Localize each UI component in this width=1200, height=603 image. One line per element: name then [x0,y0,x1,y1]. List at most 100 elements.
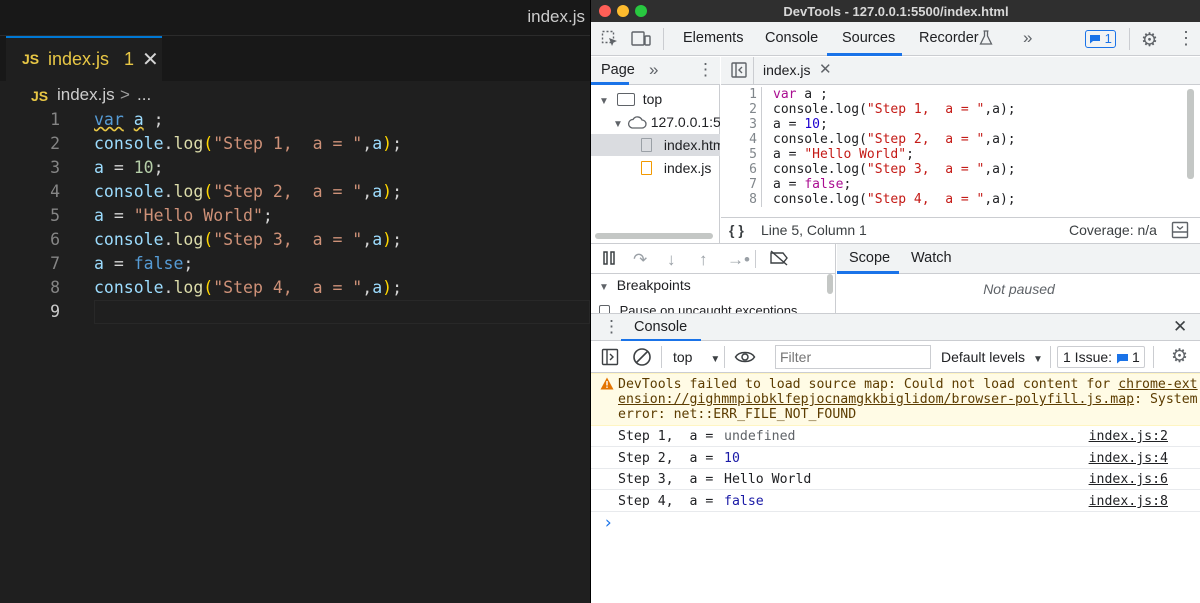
issues-badge-count: 1 [1104,31,1112,46]
devtools-window: DevTools - 127.0.0.1:5500/index.html Ele… [590,0,1200,603]
source-line: 6 console.log("Step 3, a = ",a); [721,162,1191,177]
breadcrumb-symbols[interactable]: ... [137,85,151,105]
editor-tab-bar: JS index.js 1 ✕ [0,35,590,82]
source-code[interactable]: 1 var a ; 2 console.log("Step 1, a = ",a);… [721,87,1200,217]
tree-item-index-html[interactable]: index.htm [591,134,720,156]
live-expression-eye-icon[interactable] [734,348,756,369]
tab-sources[interactable]: Sources [842,30,895,46]
gear-icon[interactable]: ⚙ [1171,345,1188,368]
more-tabs-icon[interactable]: » [1023,28,1032,48]
console-warning-message[interactable]: DevTools failed to load source map: Coul… [591,373,1200,426]
device-toolbar-icon[interactable] [631,30,651,52]
source-line: 2 console.log("Step 1, a = ",a); [721,102,1191,117]
gear-icon[interactable]: ⚙ [1141,29,1158,52]
context-selector-value: top [673,349,693,365]
source-line: 1 var a ; [721,87,1191,102]
log-value: false [724,494,764,509]
vscode-window: index.js JS index.js 1 ✕ JS index.js > .… [0,0,590,603]
close-icon[interactable]: ✕ [819,60,832,78]
code-line: 5 a = "Hello World"; [0,204,590,228]
console-prompt[interactable]: › [591,513,1200,535]
tree-item-label: 127.0.0.1:5 [650,114,720,130]
more-navigator-tabs-icon[interactable]: » [649,60,658,80]
line-number: 3 [50,158,60,177]
console-sidebar-toggle-icon[interactable] [601,348,619,369]
step-into-icon[interactable]: ↓ [667,250,676,270]
deactivate-breakpoints-icon[interactable] [769,250,789,271]
toolbar-divider [663,28,664,50]
tab-page[interactable]: Page [601,62,635,78]
step-out-icon[interactable]: ↑ [699,250,708,270]
tab-watch[interactable]: Watch [911,250,952,266]
breakpoints-label: Breakpoints [616,277,691,293]
line-number: 8 [50,278,60,297]
toolbar-divider [753,57,754,85]
code-text: console.log("Step 3, a = ",a); [94,230,402,249]
toggle-navigator-icon[interactable] [731,62,747,81]
kebab-menu-icon[interactable]: ⋮ [697,60,714,80]
clear-console-icon[interactable] [632,347,652,370]
kebab-menu-icon[interactable]: ⋮ [1177,28,1195,49]
inspect-element-icon[interactable] [601,30,619,52]
chevron-right-icon: > [120,85,130,104]
breakpoints-section-header[interactable]: ▼ Breakpoints [599,277,691,293]
file-icon [641,138,652,152]
line-number: 8 [721,192,762,207]
code-text: console.log("Step 1, a = ",a); [94,134,402,153]
scope-watch-pane: Scope Watch Not paused [837,244,1200,314]
vertical-scrollbar[interactable] [827,274,833,294]
issues-badge[interactable]: 1 [1085,30,1116,48]
breadcrumb-file[interactable]: index.js [57,85,115,105]
issues-button[interactable]: 1 Issue: 1 [1057,346,1145,368]
source-line: 7 a = false; [721,177,1191,192]
close-icon[interactable]: ✕ [142,47,159,72]
show-bottom-panel-icon[interactable] [1171,221,1189,242]
close-icon[interactable]: ✕ [1173,317,1187,337]
console-log-message: Step 4, a = false index.js:8 [591,491,1200,512]
horizontal-scrollbar[interactable] [595,233,713,239]
kebab-menu-icon[interactable]: ⋮ [603,317,620,337]
code-line: 2 console.log("Step 1, a = ",a); [0,132,590,156]
pause-icon[interactable] [601,250,617,271]
navigator-header: Page » ⋮ [591,57,720,85]
tab-recorder[interactable]: Recorder [919,30,979,46]
tree-item-label: top [642,91,663,107]
code-editor[interactable]: 1 var a ; 2 console.log("Step 1, a = ",a… [0,108,590,603]
code-text: a = false; [94,254,194,273]
source-line: 5 a = "Hello World"; [721,147,1191,162]
tree-item-top[interactable]: ▼ top [599,88,720,110]
console-filter-input[interactable] [775,345,931,369]
editor-tab-label: index.js [48,49,110,69]
tab-elements[interactable]: Elements [683,30,743,46]
warning-link[interactable]: chrome-ext [1118,377,1197,392]
warning-icon [600,377,614,394]
code-line: 3 a = 10; [0,156,590,180]
log-source-link[interactable]: index.js:4 [1089,448,1168,469]
tab-scope[interactable]: Scope [849,250,890,266]
step-icon[interactable]: →• [727,250,750,270]
console-drawer-tab[interactable]: Console [634,319,687,335]
step-over-icon[interactable]: ↷ [633,250,647,270]
editor-tab-index-js[interactable]: JS index.js 1 ✕ [6,36,162,82]
warning-link[interactable]: ension://gighmmpiobklfepjocnamgkkbiglido… [618,392,1134,407]
vertical-scrollbar[interactable] [1187,89,1194,179]
cursor-position: Line 5, Column 1 [761,222,867,238]
log-levels-dropdown[interactable]: Default levels ▼ [941,349,1043,365]
warning-text: DevTools failed to load source map: Coul… [618,377,1198,422]
devtools-titlebar: DevTools - 127.0.0.1:5500/index.html [591,0,1200,22]
tab-console[interactable]: Console [765,30,818,46]
tree-item-origin[interactable]: ▼ 127.0.0.1:5 [613,111,720,133]
log-source-link[interactable]: index.js:6 [1089,469,1168,490]
code-text: a = 10; [94,158,164,177]
tree-item-index-js[interactable]: index.js [641,157,720,179]
source-tab-index-js[interactable]: index.js [763,62,810,78]
line-number: 6 [50,230,60,249]
code-text: a = 10; [773,117,828,132]
context-selector[interactable]: top ▼ [673,349,720,365]
triangle-down-icon: ▼ [1032,354,1043,365]
pretty-print-icon[interactable]: { } [729,222,744,238]
js-file-icon [641,161,652,175]
log-source-link[interactable]: index.js:8 [1089,491,1168,512]
log-source-link[interactable]: index.js:2 [1089,426,1168,447]
warning-line: error: net::ERR_FILE_NOT_FOUND [618,407,857,422]
